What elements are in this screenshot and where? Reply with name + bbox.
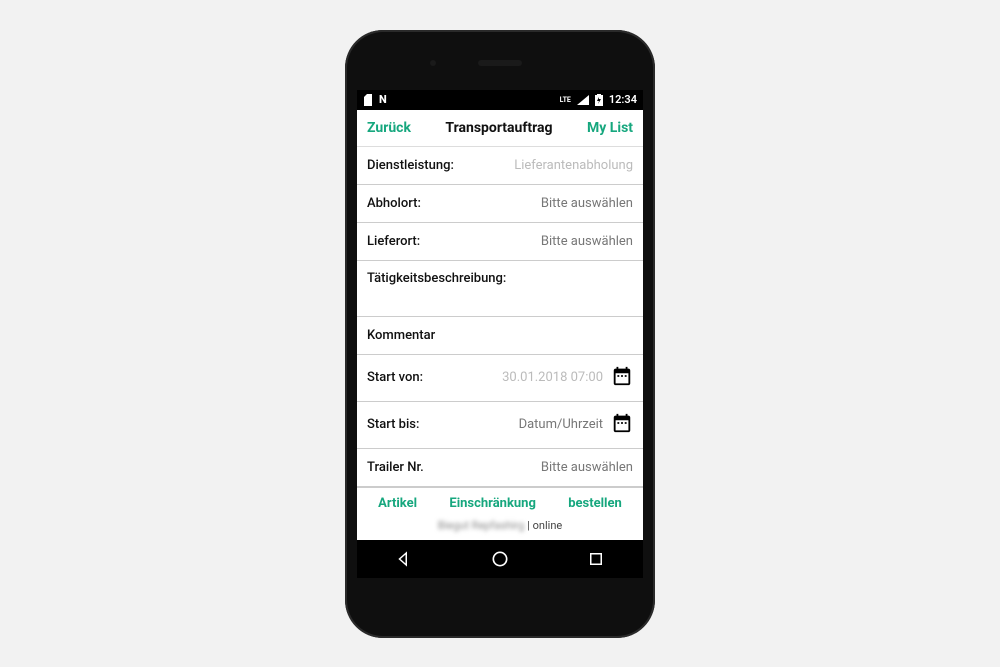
nav-back-icon[interactable]: [395, 550, 413, 568]
back-button[interactable]: Zurück: [367, 120, 411, 136]
clock-label: 12:34: [609, 93, 637, 106]
battery-icon: [595, 94, 603, 106]
tab-artikel[interactable]: Artikel: [378, 496, 417, 511]
footer-status: Biegut Repfashirg | online: [357, 513, 643, 538]
android-navbar: [357, 540, 643, 578]
signal-icon: [577, 95, 589, 105]
form-content: Dienstleistung: Lieferantenabholung Abho…: [357, 147, 643, 540]
row-beschreibung[interactable]: Tätigkeitsbeschreibung:: [357, 261, 643, 317]
label-trailer: Trailer Nr.: [367, 460, 424, 475]
row-lieferort[interactable]: Lieferort: Bitte auswählen: [357, 223, 643, 261]
label-dienstleistung: Dienstleistung:: [367, 158, 454, 173]
footer-blurred: Biegut Repfashirg: [438, 519, 525, 532]
app-header: Zurück Transportauftrag My List: [357, 110, 643, 147]
value-abholort: Bitte auswählen: [431, 196, 633, 211]
calendar-icon[interactable]: [611, 412, 633, 438]
n-icon: N: [379, 93, 387, 106]
phone-frame: N LTE 12:34 Zurück Transportauftrag My L…: [345, 30, 655, 638]
value-lieferort: Bitte auswählen: [430, 234, 633, 249]
bottom-tabs: Artikel Einschränkung bestellen: [357, 487, 643, 513]
nav-home-icon[interactable]: [490, 549, 510, 569]
label-abholort: Abholort:: [367, 196, 421, 211]
value-start-von: 30.01.2018 07:00: [433, 370, 603, 385]
row-trailer[interactable]: Trailer Nr. Bitte auswählen: [357, 449, 643, 487]
calendar-icon[interactable]: [611, 365, 633, 391]
page-title: Transportauftrag: [445, 120, 552, 136]
value-trailer: Bitte auswählen: [434, 460, 633, 475]
nav-recent-icon[interactable]: [587, 550, 605, 568]
label-start-bis: Start bis:: [367, 417, 419, 432]
status-bar: N LTE 12:34: [357, 90, 643, 110]
row-kommentar[interactable]: Kommentar: [357, 317, 643, 355]
value-start-bis: Datum/Uhrzeit: [429, 417, 603, 432]
row-start-bis[interactable]: Start bis: Datum/Uhrzeit: [357, 402, 643, 449]
screen: N LTE 12:34 Zurück Transportauftrag My L…: [357, 90, 643, 578]
label-lieferort: Lieferort:: [367, 234, 420, 249]
tab-bestellen[interactable]: bestellen: [568, 496, 622, 511]
my-list-button[interactable]: My List: [587, 120, 633, 136]
footer-online: | online: [525, 519, 563, 532]
row-abholort[interactable]: Abholort: Bitte auswählen: [357, 185, 643, 223]
row-start-von[interactable]: Start von: 30.01.2018 07:00: [357, 355, 643, 402]
label-start-von: Start von:: [367, 370, 423, 385]
label-kommentar: Kommentar: [367, 328, 435, 343]
value-dienstleistung: Lieferantenabholung: [464, 158, 633, 173]
row-dienstleistung[interactable]: Dienstleistung: Lieferantenabholung: [357, 147, 643, 185]
tab-einschraenkung[interactable]: Einschränkung: [449, 496, 536, 511]
label-beschreibung: Tätigkeitsbeschreibung:: [367, 271, 506, 286]
sim-icon: [363, 94, 373, 106]
lte-label: LTE: [560, 96, 571, 104]
